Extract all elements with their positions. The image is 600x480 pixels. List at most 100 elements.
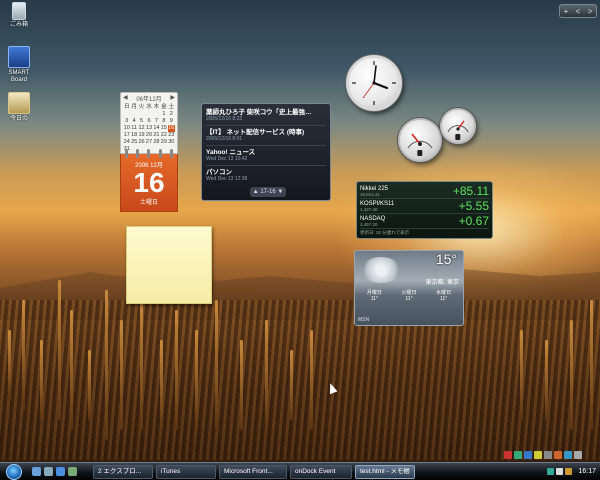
taskbar-button-notepad[interactable]: test.html - メモ帳 <box>355 464 415 479</box>
cpu-meter-gadget[interactable] <box>398 118 442 162</box>
calendar-day-cell[interactable]: 30 <box>168 139 175 146</box>
calendar-day-cell[interactable]: 16 <box>167 125 175 132</box>
ie-icon[interactable] <box>56 467 65 476</box>
taskbar-button-frontpage[interactable]: Microsoft Front... <box>219 464 287 479</box>
feed-pager[interactable]: ▲ 17-16 ▼ <box>250 187 286 197</box>
ram-meter-gadget[interactable] <box>440 108 476 144</box>
show-desktop-icon[interactable] <box>32 467 41 476</box>
calendar-day-cell[interactable]: 29 <box>160 139 167 146</box>
tray-app-icon[interactable] <box>574 451 582 459</box>
tray-app-icon[interactable] <box>524 451 532 459</box>
calendar-day-cell[interactable]: 9 <box>168 118 175 125</box>
calendar-day-cell[interactable]: 7 <box>153 118 160 125</box>
stock-row[interactable]: KOSPI/KS11 1,427.40 +5.55 <box>360 199 489 214</box>
grass-stalk <box>215 300 218 430</box>
calendar-day-cell[interactable]: 3 <box>123 118 130 125</box>
calendar-day-cell[interactable]: 13 <box>145 125 152 132</box>
calendar-day-view[interactable]: 2006 12月 16 土曜日 <box>120 149 178 212</box>
feed-headlines-gadget[interactable]: 薬師丸ひろ子 柴咲コウ「史上最強… 2006/12/16 8:23 【IT】 ネ… <box>201 103 331 201</box>
calendar-grid[interactable]: 日月火水木金土 1 2 3 4 5 6 7 8 9 10 11 12 13 14 15 16 17 18 19 20 21… <box>121 104 177 153</box>
feed-item[interactable]: 薬師丸ひろ子 柴咲コウ「史上最強… 2006/12/16 8:23 <box>206 106 326 126</box>
calendar-day-cell[interactable]: 8 <box>160 118 167 125</box>
calendar-day-cell[interactable]: 4 <box>130 118 137 125</box>
next-gadget-button[interactable]: > <box>588 7 593 16</box>
calendar-day-cell[interactable]: 21 <box>153 132 160 139</box>
switch-windows-icon[interactable] <box>44 467 53 476</box>
calendar-day-cell[interactable]: 20 <box>145 132 152 139</box>
calendar-day-cell[interactable]: 24 <box>123 139 130 146</box>
calendar-day-cell[interactable]: 木 <box>153 104 160 111</box>
feed-next-icon[interactable]: ▼ <box>276 189 283 195</box>
calendar-day-cell[interactable]: 11 <box>130 125 137 132</box>
sticky-note-gadget[interactable] <box>126 226 212 304</box>
feed-pager-label: 17-16 <box>260 189 276 195</box>
calendar-day-cell[interactable]: 27 <box>145 139 152 146</box>
tray-app-icon[interactable] <box>544 451 552 459</box>
tray-app-icon[interactable] <box>514 451 522 459</box>
weather-source[interactable]: MSN <box>358 317 369 323</box>
start-button[interactable] <box>6 463 22 480</box>
calendar-day-cell[interactable]: 月 <box>130 104 137 111</box>
desktop-icon-recycle-bin[interactable]: ごみ箱 <box>2 2 36 29</box>
calendar-day-cell[interactable]: 2 <box>168 111 175 118</box>
feed-item[interactable]: パソコン Wed Dec 13 12:38 <box>206 166 326 186</box>
media-icon[interactable] <box>68 467 77 476</box>
tray-app-icon[interactable] <box>565 468 573 475</box>
calendar-day-cell[interactable]: 日 <box>123 104 130 111</box>
calendar-day-cell[interactable]: 土 <box>168 104 175 111</box>
weather-gadget[interactable]: 15° 東京都, 東京 月曜日 11° 火曜日 11° 水曜日 11° MSN <box>354 250 464 326</box>
calendar-day-cell[interactable]: 火 <box>138 104 145 111</box>
stock-row[interactable]: Nikkei 225 16,914.31 +85.11 <box>360 184 489 199</box>
calendar-day-cell[interactable]: 15 <box>160 125 167 132</box>
tray-app-icon[interactable] <box>504 451 512 459</box>
grass-stalk <box>160 340 163 430</box>
grass-stalk <box>545 340 548 420</box>
clock-gadget[interactable] <box>346 55 402 111</box>
taskbar-clock[interactable]: 16:17 <box>578 468 596 475</box>
desktop-icon-smartboard[interactable]: SMART Board <box>2 46 36 84</box>
feed-item[interactable]: Yahoo! ニュース Wed Dec 13 10:42 <box>206 146 326 166</box>
calendar-day-cell[interactable]: 水 <box>145 104 152 111</box>
calendar-day-cell[interactable]: 6 <box>145 118 152 125</box>
calendar-day-cell[interactable]: 14 <box>153 125 160 132</box>
desktop-icon-shortcut[interactable]: 今日の <box>2 92 36 123</box>
stock-row[interactable]: NASDAQ 2,457.20 +0.67 <box>360 214 489 229</box>
taskbar-button-itunes[interactable]: iTunes <box>156 464 216 479</box>
calendar-prev-icon[interactable]: ◀ <box>123 94 128 103</box>
tray-app-icon[interactable] <box>534 451 542 459</box>
calendar-day-cell[interactable]: 23 <box>168 132 175 139</box>
add-gadget-button[interactable]: + <box>564 7 569 16</box>
calendar-day-cell <box>130 111 137 118</box>
calendar-day-cell[interactable]: 22 <box>160 132 167 139</box>
calendar-day-cell[interactable]: 10 <box>123 125 130 132</box>
network-icon[interactable] <box>547 468 555 475</box>
taskbar-button-explorer[interactable]: 2 エクスプロ... <box>93 464 153 479</box>
taskbar-button-ondock[interactable]: onDock Event <box>290 464 352 479</box>
calendar-day-number: 16 <box>133 167 165 198</box>
volume-icon[interactable] <box>556 468 564 475</box>
calendar-month-view[interactable]: ◀ 06年12月 ▶ 日月火水木金土 1 2 3 4 5 6 7 8 9 10 11 12 13 14 15 1… <box>120 92 178 154</box>
ram-percent <box>455 134 461 140</box>
stocks-gadget[interactable]: Nikkei 225 16,914.31 +85.11 KOSPI/KS11 1,4… <box>356 181 493 239</box>
calendar-day-cell[interactable]: 28 <box>153 139 160 146</box>
tray-app-icon[interactable] <box>554 451 562 459</box>
prev-gadget-button[interactable]: < <box>576 7 581 16</box>
calendar-day-cell[interactable]: 18 <box>130 132 137 139</box>
calendar-day-cell[interactable]: 19 <box>138 132 145 139</box>
grass-stalk <box>58 280 61 420</box>
calendar-day-cell[interactable]: 25 <box>130 139 137 146</box>
feed-item-title: Yahoo! ニュース <box>206 149 256 156</box>
tray-app-icon[interactable] <box>564 451 572 459</box>
calendar-day-cell[interactable]: 5 <box>138 118 145 125</box>
calendar-day-cell[interactable]: 17 <box>123 132 130 139</box>
grass-stalk <box>88 350 91 420</box>
calendar-day-cell[interactable]: 26 <box>138 139 145 146</box>
calendar-gadget[interactable]: ◀ 06年12月 ▶ 日月火水木金土 1 2 3 4 5 6 7 8 9 10 11 12 13 14 15 1… <box>120 92 178 212</box>
feed-item[interactable]: 【IT】 ネット配信サービス (時事) 2006/12/16 8:01 <box>206 126 326 146</box>
calendar-day-cell[interactable]: 1 <box>160 111 167 118</box>
calendar-day-cell[interactable]: 12 <box>138 125 145 132</box>
stock-change: +0.67 <box>458 214 489 228</box>
calendar-next-icon[interactable]: ▶ <box>170 94 175 103</box>
calendar-day-cell[interactable]: 金 <box>160 104 167 111</box>
calendar-day-cell <box>153 111 160 118</box>
